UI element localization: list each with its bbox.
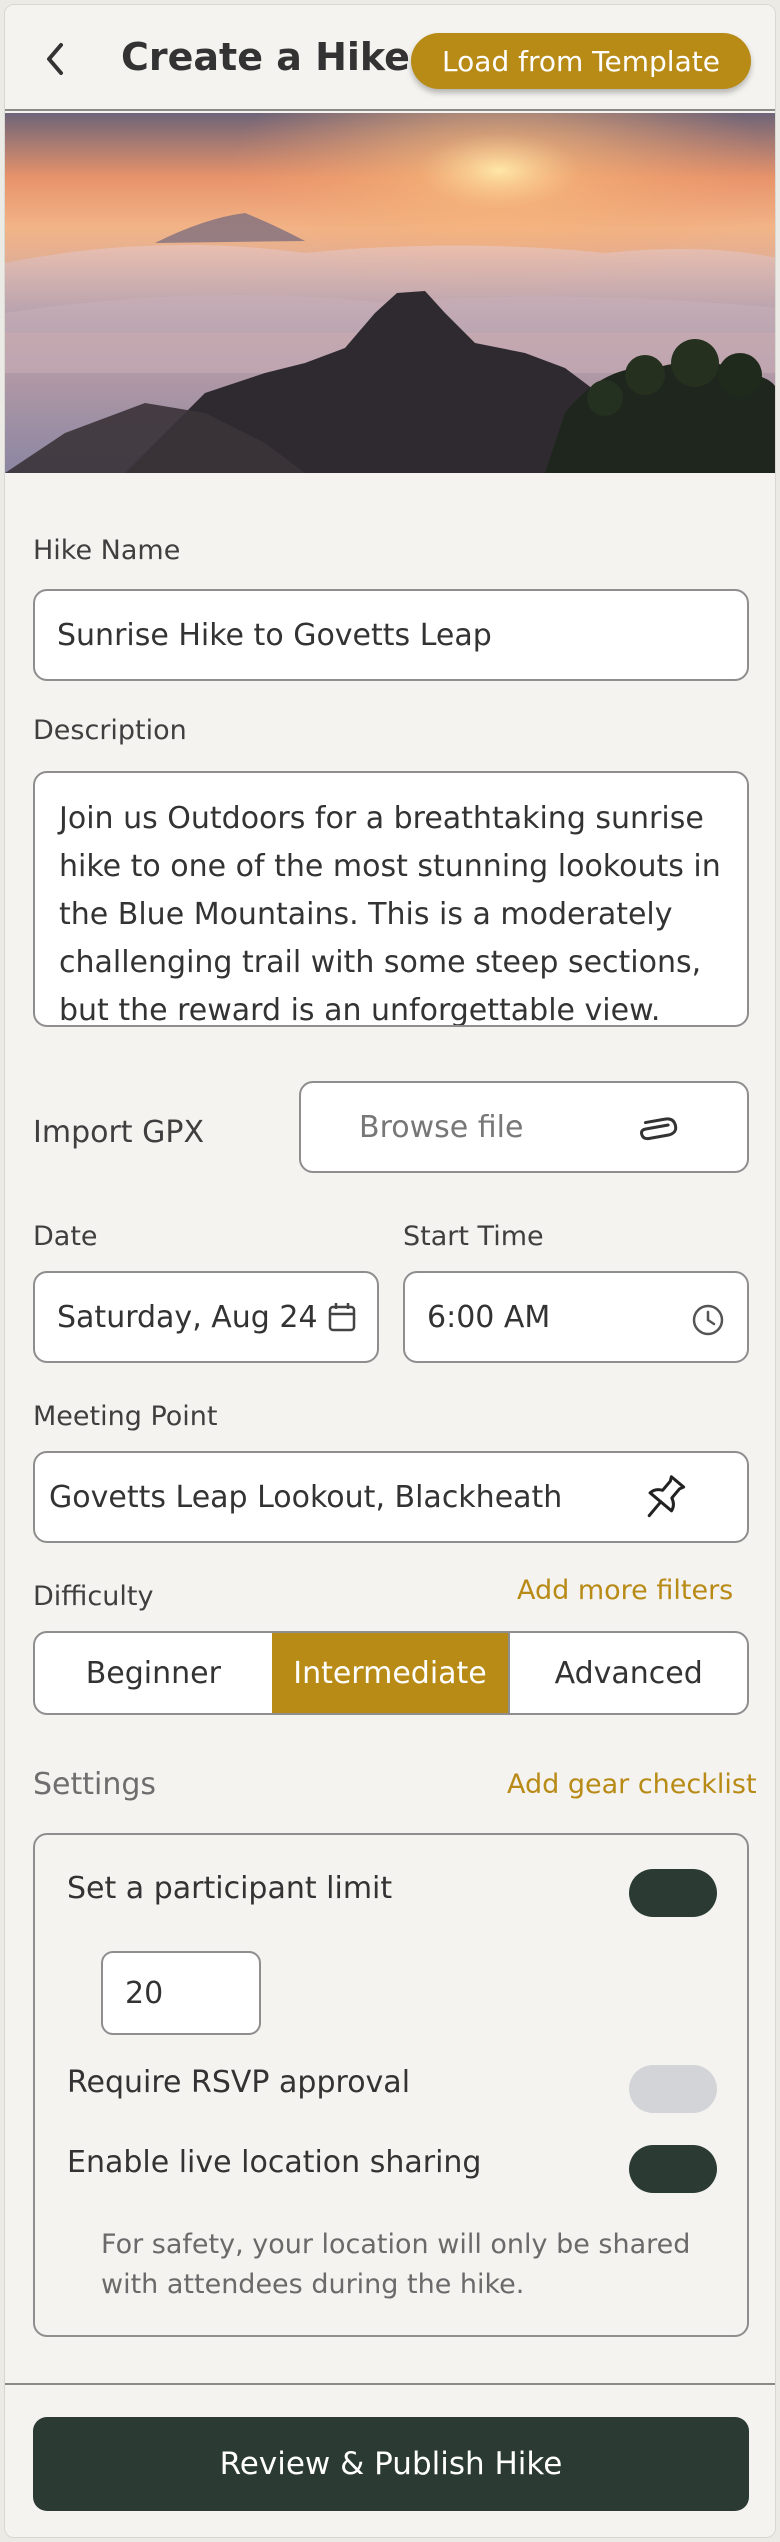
pin-icon [647, 1475, 686, 1518]
create-hike-screen: Create a Hike Load from Template Hike Na… [4, 4, 776, 2538]
participant-limit-input[interactable]: 20 [101, 1951, 261, 2035]
hike-name-input[interactable]: Sunrise Hike to Govetts Leap [33, 589, 749, 681]
hero-image [5, 113, 775, 473]
start-time-value: 6:00 AM [427, 1299, 551, 1335]
import-gpx-label: Import GPX [33, 1115, 204, 1150]
difficulty-intermediate[interactable]: Intermediate [271, 1633, 509, 1713]
meeting-point-label: Meeting Point [33, 1401, 218, 1432]
live-location-toggle[interactable] [629, 2145, 717, 2193]
add-more-filters-link[interactable]: Add more filters [517, 1575, 733, 1606]
difficulty-selector: Beginner Intermediate Advanced [33, 1631, 749, 1715]
page-title: Create a Hike [121, 35, 410, 79]
paperclip-icon [640, 1117, 678, 1141]
browse-file-button[interactable]: Browse file [299, 1081, 749, 1173]
footer-divider [5, 2383, 775, 2385]
settings-title: Settings [33, 1767, 157, 1802]
description-label: Description [33, 715, 187, 746]
rsvp-approval-label: Require RSVP approval [67, 2065, 411, 2100]
header: Create a Hike Load from Template [5, 5, 775, 111]
back-button[interactable] [35, 35, 75, 83]
settings-card: Set a participant limit 20 Require RSVP … [33, 1833, 749, 2337]
description-textarea[interactable]: Join us Outdoors for a breathtaking sunr… [33, 771, 749, 1027]
add-gear-checklist-link[interactable]: Add gear checklist [507, 1769, 757, 1800]
rsvp-approval-toggle[interactable] [629, 2065, 717, 2113]
difficulty-advanced[interactable]: Advanced [508, 1633, 747, 1713]
description-value: Join us Outdoors for a breathtaking sunr… [59, 801, 721, 1027]
meeting-point-input[interactable]: Govetts Leap Lookout, Blackheath [33, 1451, 749, 1543]
browse-file-label: Browse file [359, 1109, 524, 1145]
hike-name-value: Sunrise Hike to Govetts Leap [57, 617, 492, 653]
difficulty-beginner[interactable]: Beginner [35, 1633, 272, 1713]
participant-limit-toggle[interactable] [629, 1869, 717, 1917]
start-time-label: Start Time [403, 1221, 544, 1252]
hike-name-label: Hike Name [33, 535, 181, 566]
participant-limit-label: Set a participant limit [67, 1871, 393, 1906]
date-value: Saturday, Aug 24 [57, 1299, 318, 1335]
difficulty-label: Difficulty [33, 1581, 154, 1612]
location-safety-note: For safety, your location will only be s… [101, 2229, 691, 2300]
start-time-input[interactable]: 6:00 AM [403, 1271, 749, 1363]
date-label: Date [33, 1221, 98, 1252]
chevron-left-icon [47, 43, 63, 75]
calendar-icon [328, 1303, 356, 1332]
live-location-label: Enable live location sharing [67, 2145, 482, 2180]
meeting-point-value: Govetts Leap Lookout, Blackheath [49, 1479, 563, 1515]
review-publish-button[interactable]: Review & Publish Hike [33, 2417, 749, 2511]
clock-icon [692, 1304, 724, 1336]
date-input[interactable]: Saturday, Aug 24 [33, 1271, 379, 1363]
participant-limit-value: 20 [125, 1975, 164, 2011]
load-template-button[interactable]: Load from Template [411, 33, 751, 89]
